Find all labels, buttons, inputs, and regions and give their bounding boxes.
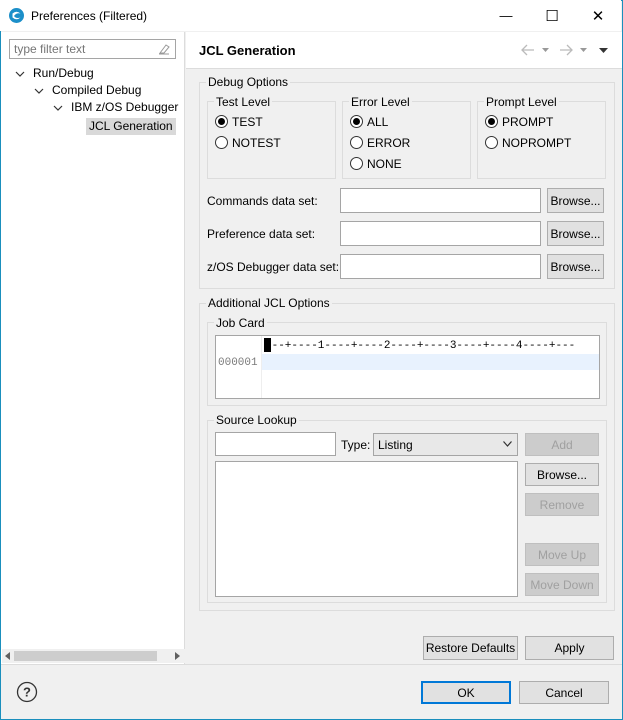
column-ruler: /--+----1----+----2----+----3----+----4-… [265, 340, 576, 352]
restore-defaults-button[interactable]: Restore Defaults [423, 636, 518, 660]
preference-data-set-input[interactable] [340, 221, 541, 246]
chevron-down-icon[interactable] [53, 103, 63, 113]
forward-menu-chevron-icon[interactable] [579, 43, 588, 57]
ok-button[interactable]: OK [421, 681, 511, 704]
radio-unselected-icon[interactable] [350, 136, 363, 149]
cancel-button[interactable]: Cancel [519, 681, 609, 704]
filter-input[interactable] [10, 40, 150, 58]
radio-unselected-icon[interactable] [485, 136, 498, 149]
horizontal-scrollbar[interactable] [2, 649, 185, 663]
source-lookup-title: Source Lookup [214, 413, 299, 427]
move-up-button[interactable]: Move Up [525, 543, 599, 566]
line-number: 000001 [218, 357, 258, 369]
back-menu-chevron-icon[interactable] [541, 43, 550, 57]
radio-label: NONE [367, 157, 402, 171]
maximize-button[interactable]: ☐ [529, 0, 575, 31]
tree-item-label: Compiled Debug [52, 83, 142, 97]
maximize-icon: ☐ [545, 7, 559, 25]
type-select-value: Listing [378, 438, 413, 452]
minimize-button[interactable]: — [483, 0, 529, 31]
zos-debugger-data-set-label: z/OS Debugger data set: [207, 260, 340, 274]
radio-label: ALL [367, 115, 389, 129]
close-button[interactable]: ✕ [575, 0, 621, 31]
commands-data-set-label: Commands data set: [207, 194, 318, 208]
commands-browse-button[interactable]: Browse... [547, 188, 604, 213]
chevron-down-icon[interactable] [15, 69, 25, 79]
apply-button[interactable]: Apply [525, 636, 614, 660]
remove-button[interactable]: Remove [525, 493, 599, 516]
help-icon[interactable]: ? [16, 681, 38, 703]
title-bar[interactable]: Preferences (Filtered) — ☐ ✕ [0, 0, 621, 31]
test-level-title: Test Level [214, 95, 273, 109]
source-lookup-list[interactable] [215, 461, 518, 597]
radio-selected-icon[interactable] [350, 115, 363, 128]
preference-tree-panel: Run/Debug Compiled Debug IBM z/OS Debugg… [1, 32, 185, 664]
tree-item-label: IBM z/OS Debugger [71, 100, 179, 114]
scroll-left-icon[interactable] [4, 652, 12, 660]
page-title: JCL Generation [199, 43, 296, 58]
radio-label: NOPROMPT [502, 136, 572, 150]
view-menu-chevron-icon[interactable] [598, 43, 609, 57]
error-level-title: Error Level [349, 95, 412, 109]
prompt-level-title: Prompt Level [484, 95, 559, 109]
clear-filter-icon[interactable] [157, 42, 171, 56]
chevron-down-icon [503, 441, 512, 447]
job-card-title: Job Card [214, 316, 267, 330]
radio-unselected-icon[interactable] [215, 136, 228, 149]
radio-label: NOTEST [232, 136, 281, 150]
zos-debugger-data-set-input[interactable] [340, 254, 541, 279]
zos-debugger-browse-button[interactable]: Browse... [547, 254, 604, 279]
radio-unselected-icon[interactable] [350, 157, 363, 170]
add-button[interactable]: Add [525, 433, 599, 456]
source-browse-button[interactable]: Browse... [525, 463, 599, 486]
preference-data-set-label: Preference data set: [207, 227, 316, 241]
scrollbar-thumb[interactable] [14, 651, 157, 661]
radio-selected-icon[interactable] [485, 115, 498, 128]
preference-browse-button[interactable]: Browse... [547, 221, 604, 246]
minimize-icon: — [499, 8, 513, 23]
scroll-right-icon[interactable] [173, 652, 181, 660]
filter-box[interactable] [9, 39, 176, 59]
job-card-editor[interactable]: /--+----1----+----2----+----3----+----4-… [215, 335, 600, 399]
source-lookup-input[interactable] [215, 432, 336, 456]
current-line-highlight [262, 354, 599, 370]
back-arrow-icon[interactable] [520, 43, 536, 57]
page-header: JCL Generation [186, 32, 622, 69]
type-label: Type: [341, 438, 371, 452]
eclipse-app-icon [9, 8, 24, 23]
window-title: Preferences (Filtered) [31, 9, 148, 23]
type-select[interactable]: Listing [373, 433, 518, 456]
commands-data-set-input[interactable] [340, 188, 541, 213]
tree-item-label: JCL Generation [86, 118, 176, 135]
additional-jcl-options-title: Additional JCL Options [206, 296, 332, 310]
forward-arrow-icon[interactable] [558, 43, 574, 57]
move-down-button[interactable]: Move Down [525, 573, 599, 596]
svg-text:?: ? [23, 685, 31, 700]
chevron-down-icon[interactable] [34, 86, 44, 96]
debug-options-title: Debug Options [206, 75, 291, 89]
radio-label: PROMPT [502, 115, 554, 129]
tree-item-label: Run/Debug [33, 66, 94, 80]
radio-label: TEST [232, 115, 263, 129]
radio-selected-icon[interactable] [215, 115, 228, 128]
close-icon: ✕ [591, 7, 605, 25]
radio-label: ERROR [367, 136, 411, 150]
